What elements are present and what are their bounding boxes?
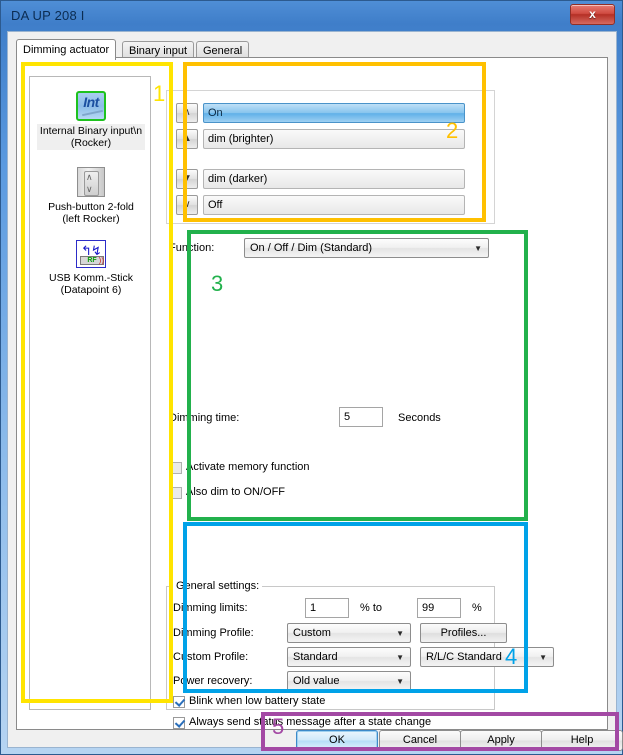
custom-profile-dropdown[interactable]: Standard ▼ [287, 647, 411, 667]
checkbox-always-send-status[interactable]: Always send status message after a state… [173, 716, 432, 729]
seconds-label: Seconds [398, 412, 441, 424]
checkbox-box [173, 717, 185, 729]
device-label-line2: (Rocker) [70, 137, 112, 149]
dimming-limits-label: Dimming limits: [173, 602, 248, 614]
rocker-down-glyph: ∨ [86, 184, 93, 194]
tab-dimming-actuator[interactable]: Dimming actuator [16, 39, 117, 60]
int-binary-input-icon: Int [76, 91, 106, 121]
device-label-line2: (left Rocker) [62, 213, 120, 225]
checkbox-label: Activate memory function [186, 461, 310, 473]
dimming-profile-value: Custom [293, 627, 331, 639]
device-label-line2: (Datapoint 6) [60, 284, 122, 296]
device-label-line1: USB Komm.-Stick [48, 272, 133, 284]
channel-input-dim-brighter[interactable]: dim (brighter) [203, 129, 465, 149]
function-dropdown-value: On / Off / Dim (Standard) [250, 242, 373, 254]
cancel-button[interactable]: Cancel [379, 730, 461, 751]
arrow-down-bold-icon[interactable]: ▼ [176, 169, 198, 189]
usb-wave-glyph: )) [98, 256, 104, 265]
dialog-client-area: Dimming actuator Binary input General In… [7, 31, 623, 751]
help-button[interactable]: Help [541, 730, 623, 751]
chevron-down-icon: ▼ [396, 677, 404, 686]
checkbox-label: Blink when low battery state [189, 695, 326, 707]
checkbox-box [173, 696, 185, 708]
list-item-label: Push-button 2-fold (left Rocker) [45, 200, 137, 226]
dimming-time-input[interactable]: 5 [339, 407, 383, 427]
device-list[interactable]: Int Internal Binary input\n (Rocker) ∧ ∨… [29, 76, 151, 710]
tab-page-dimming-actuator: Int Internal Binary input\n (Rocker) ∧ ∨… [16, 58, 608, 730]
checkbox-blink-low-battery[interactable]: Blink when low battery state [173, 695, 326, 708]
dimming-limit-max-input[interactable]: 99 [417, 598, 461, 618]
title-bar: DA UP 208 I x [1, 1, 622, 31]
chevron-down-icon: ▼ [396, 653, 404, 662]
percent-label: % [472, 602, 482, 614]
function-panel: Function: On / Off / Dim (Standard) ▼ Di… [166, 238, 495, 576]
chevron-up-thin-icon[interactable]: ∧ [176, 103, 198, 123]
channel-assignment-box: ∧ On ▲ dim (brighter) ▼ dim (darker) ∨ O… [166, 90, 495, 224]
channel-input-off[interactable]: Off [203, 195, 465, 215]
device-label-line1: Internal Binary input\n [39, 125, 143, 137]
usb-stick-icon: ↰↯ RF )) [76, 240, 106, 268]
function-label: Function: [169, 242, 215, 254]
dimming-profile-label: Dimming Profile: [173, 627, 254, 639]
tab-strip: Dimming actuator Binary input General [16, 39, 608, 60]
power-recovery-label: Power recovery: [173, 675, 253, 687]
function-dropdown[interactable]: On / Off / Dim (Standard) ▼ [244, 238, 489, 258]
list-item-internal-binary-input[interactable]: Int Internal Binary input\n (Rocker) [30, 91, 150, 150]
checkbox-box [170, 462, 182, 474]
profiles-button[interactable]: Profiles... [420, 623, 507, 643]
general-settings-group: General settings: Dimming limits: 1 % to… [166, 580, 554, 729]
list-item-push-button-2fold[interactable]: ∧ ∨ Push-button 2-fold (left Rocker) [30, 167, 150, 226]
list-item-label: USB Komm.-Stick (Datapoint 6) [46, 271, 136, 297]
window-title: DA UP 208 I [11, 8, 85, 23]
chevron-down-icon: ▼ [539, 653, 547, 662]
power-recovery-value: Old value [293, 675, 340, 687]
rlc-standard-dropdown[interactable]: R/L/C Standard ▼ [420, 647, 554, 667]
dimming-time-label: Dimming time: [169, 412, 240, 424]
custom-profile-label: Custom Profile: [173, 651, 249, 663]
chevron-down-thin-icon[interactable]: ∨ [176, 195, 198, 215]
device-label-line1: Push-button 2-fold [48, 201, 134, 213]
dialog-window: DA UP 208 I x Dimming actuator Binary in… [0, 0, 623, 755]
apply-button[interactable]: Apply [460, 730, 542, 751]
arrow-up-bold-icon[interactable]: ▲ [176, 129, 198, 149]
dialog-button-bar: OK Cancel Apply Help [8, 730, 623, 751]
chevron-down-icon: ▼ [474, 244, 482, 253]
rocker-up-glyph: ∧ [86, 172, 93, 182]
general-settings-legend: General settings: [173, 580, 263, 592]
checkbox-label: Always send status message after a state… [189, 716, 432, 728]
checkbox-activate-memory-function[interactable]: Activate memory function [170, 461, 310, 474]
rocker-switch-icon: ∧ ∨ [77, 167, 105, 197]
ok-button[interactable]: OK [296, 730, 378, 751]
channel-input-on[interactable]: On [203, 103, 465, 123]
checkbox-label: Also dim to ON/OFF [186, 486, 286, 498]
dimming-profile-dropdown[interactable]: Custom ▼ [287, 623, 411, 643]
list-item-label: Internal Binary input\n (Rocker) [36, 124, 146, 150]
close-icon[interactable]: x [570, 4, 615, 25]
channel-input-dim-darker[interactable]: dim (darker) [203, 169, 465, 189]
custom-profile-value: Standard [293, 651, 338, 663]
list-item-usb-komm-stick[interactable]: ↰↯ RF )) USB Komm.-Stick (Datapoint 6) [30, 240, 150, 297]
rlc-value: R/L/C Standard [426, 651, 502, 663]
power-recovery-dropdown[interactable]: Old value ▼ [287, 671, 411, 691]
chevron-down-icon: ▼ [396, 629, 404, 638]
dimming-limit-min-input[interactable]: 1 [305, 598, 349, 618]
checkbox-also-dim-to-onoff[interactable]: Also dim to ON/OFF [170, 486, 286, 499]
checkbox-box [170, 487, 182, 499]
percent-to-label: % to [360, 602, 383, 614]
